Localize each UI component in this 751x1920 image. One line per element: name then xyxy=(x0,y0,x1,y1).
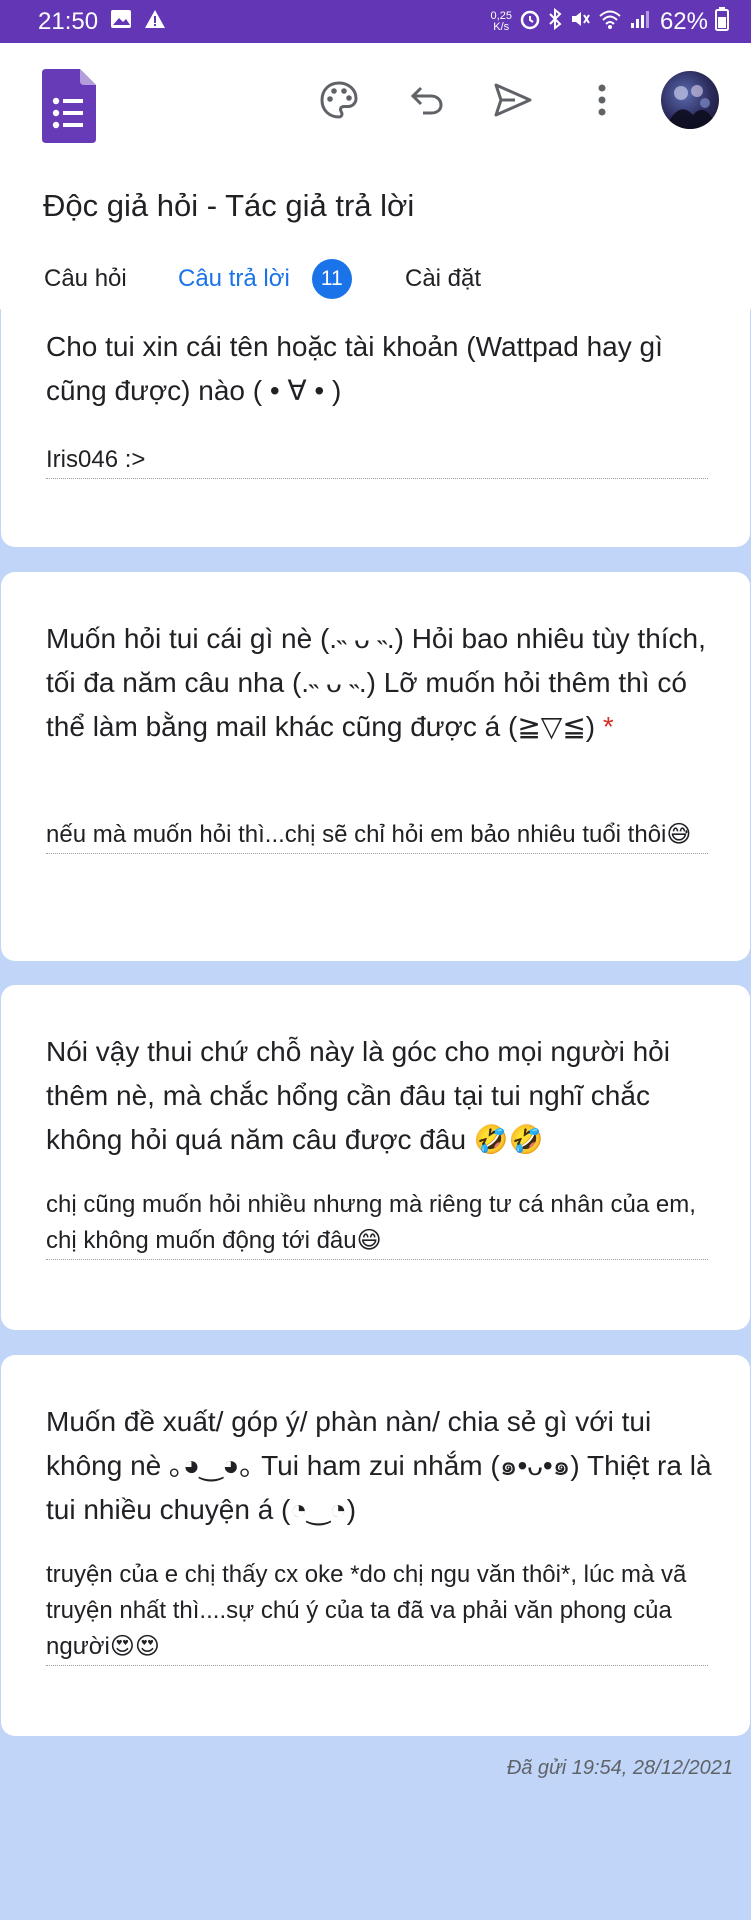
response-card: Nói vậy thui chứ chỗ này là góc cho mọi … xyxy=(1,985,750,1330)
status-time: 21:50 xyxy=(38,7,99,35)
app-bar: Độc giả hỏi - Tác giả trả lời Câu hỏi Câ… xyxy=(0,43,751,310)
response-card: Muốn đề xuất/ góp ý/ phàn nàn/ chia sẻ g… xyxy=(1,1355,750,1736)
bluetooth-icon xyxy=(548,7,562,35)
answer-text: Iris046 :> xyxy=(46,442,708,479)
wifi-icon xyxy=(598,9,622,34)
battery-level: 62% xyxy=(659,7,708,35)
answer-text: chị cũng muốn hỏi nhiều nhưng mà riêng t… xyxy=(46,1187,708,1260)
signal-icon xyxy=(629,9,651,34)
question-text: Nói vậy thui chứ chỗ này là góc cho mọi … xyxy=(46,1036,670,1155)
response-card: Cho tui xin cái tên hoặc tài khoản (Watt… xyxy=(1,300,750,547)
mute-icon xyxy=(569,8,591,35)
network-speed: 0,25 K/s xyxy=(490,9,512,33)
status-bar: 21:50 0,25 K/s 62% xyxy=(0,0,751,43)
palette-icon[interactable] xyxy=(316,77,362,123)
avatar[interactable] xyxy=(661,71,719,129)
question-text: Muốn đề xuất/ góp ý/ phàn nàn/ chia sẻ g… xyxy=(46,1406,712,1525)
answer-text: nếu mà muốn hỏi thì...chị sẽ chỉ hỏi em … xyxy=(46,817,708,854)
answer-text: truyện của e chị thấy cx oke *do chị ngu… xyxy=(46,1557,708,1666)
question-text: Cho tui xin cái tên hoặc tài khoản (Watt… xyxy=(46,331,663,406)
response-card: Muốn hỏi tui cái gì nè (.˵ ᴗ ˵.) Hỏi bao… xyxy=(1,572,750,961)
question-text: Muốn hỏi tui cái gì nè (.˵ ᴗ ˵.) Hỏi bao… xyxy=(46,623,706,742)
send-icon[interactable] xyxy=(490,77,536,123)
forms-logo-icon[interactable] xyxy=(42,69,96,143)
required-mark: * xyxy=(602,711,614,742)
response-count-badge: 11 xyxy=(311,259,352,299)
more-vert-icon[interactable] xyxy=(579,77,625,123)
alarm-icon xyxy=(519,8,541,35)
form-title: Độc giả hỏi - Tác giả trả lời xyxy=(43,188,415,223)
image-icon xyxy=(110,9,132,34)
submitted-timestamp: Đã gửi 19:54, 28/12/2021 xyxy=(506,1757,733,1779)
warning-icon xyxy=(144,9,166,34)
undo-icon[interactable] xyxy=(404,77,450,123)
battery-icon xyxy=(715,7,729,36)
